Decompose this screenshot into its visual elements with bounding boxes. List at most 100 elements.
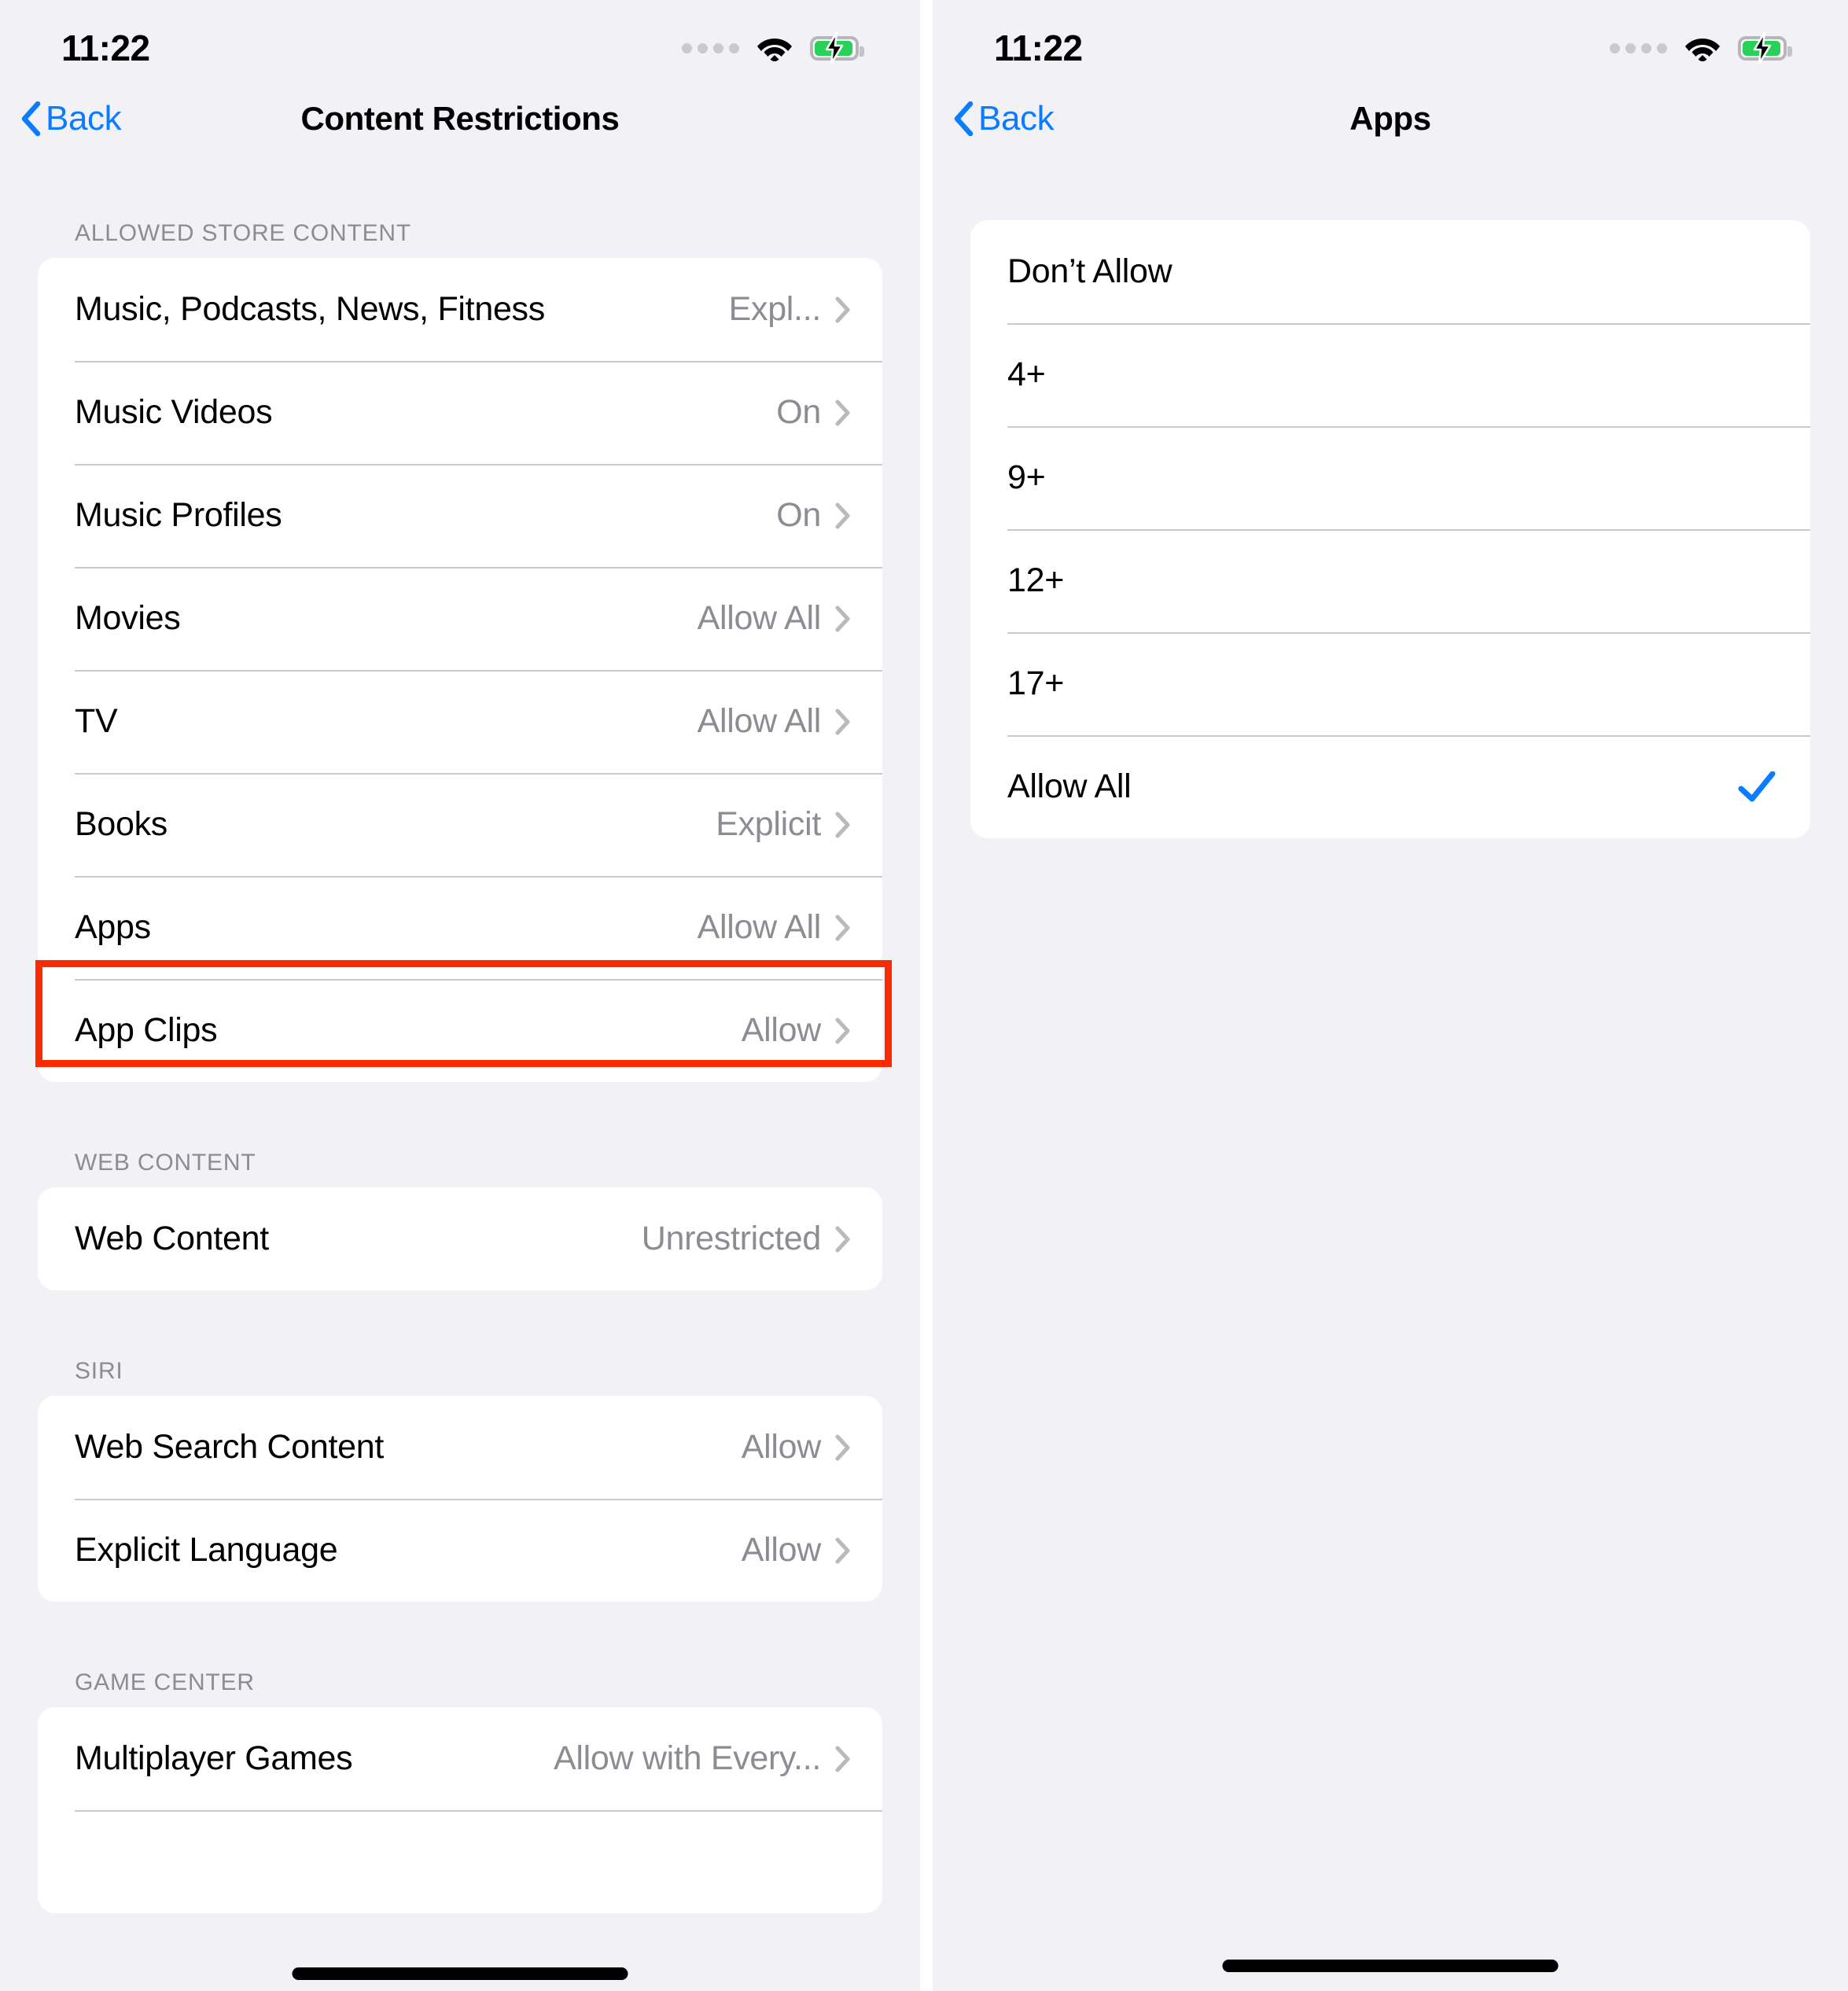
chevron-right-icon [835,502,850,528]
chevron-right-icon [835,708,850,734]
option-17plus[interactable]: 17+ [970,632,1810,735]
section-header-web-content: WEB CONTENT [75,1150,256,1176]
row-label: Multiplayer Games [75,1739,353,1777]
status-bar-indicators [682,32,864,64]
row-web-content[interactable]: Web Content Unrestricted [38,1187,882,1290]
right-nav-bar: Back Apps [933,75,1848,162]
wifi-icon [1685,39,1720,61]
home-indicator [1222,1960,1559,1972]
chevron-right-icon [835,1746,850,1772]
row-label: Explicit Language [75,1531,338,1569]
chevron-right-icon [835,811,850,837]
row-value: On [776,393,821,431]
battery-charging-icon [810,32,864,64]
status-bar-clock: 11:22 [61,28,150,68]
row-explicit-language[interactable]: Explicit Language Allow [38,1499,882,1602]
back-button[interactable]: Back [20,99,122,138]
option-label: Don’t Allow [1007,252,1172,290]
row-partial-next[interactable] [38,1810,882,1913]
row-value: Allow [741,1428,822,1466]
page-title: Apps [1349,100,1431,137]
option-allow-all[interactable]: Allow All [970,735,1810,838]
chevron-right-icon [835,605,850,631]
row-app-clips[interactable]: App Clips Allow [38,979,882,1082]
cellular-dots-icon [1610,42,1667,53]
row-label: Music Videos [75,393,273,431]
row-web-search-content[interactable]: Web Search Content Allow [38,1396,882,1499]
status-bar-indicators [1610,32,1792,64]
row-value: Allow [741,1011,822,1049]
row-music-videos[interactable]: Music Videos On [38,361,882,464]
chevron-right-icon [835,1226,850,1252]
option-12plus[interactable]: 12+ [970,529,1810,632]
row-label: Music Profiles [75,496,282,534]
row-value: Unrestricted [641,1220,822,1257]
row-value: Allow All [697,908,822,946]
row-music-podcasts-news-fitness[interactable]: Music, Podcasts, News, Fitness Expl... [38,258,882,361]
row-value: Allow All [697,702,822,740]
row-value: On [776,496,821,534]
back-button-label: Back [978,99,1055,138]
chevron-left-icon [954,101,974,136]
chevron-right-icon [835,1018,850,1043]
left-content: ALLOWED STORE CONTENT Music, Podcasts, N… [0,162,920,1913]
status-bar-clock: 11:22 [994,28,1083,68]
page-title: Content Restrictions [300,100,620,137]
wifi-icon [757,39,792,61]
row-music-profiles[interactable]: Music Profiles On [38,464,882,567]
left-phone-screen: 11:22 Back Content Restrictions ALLOWED … [0,0,920,1991]
status-bar: 11:22 [933,0,1848,75]
chevron-left-icon [21,101,41,136]
section-header-game-center: GAME CENTER [75,1669,255,1695]
card-siri: Web Search Content Allow Explicit Langua… [38,1396,882,1602]
row-label: Movies [75,599,181,637]
row-value: Explicit [716,805,821,843]
section-header-allowed-store-content: ALLOWED STORE CONTENT [75,220,411,246]
row-label: Music, Podcasts, News, Fitness [75,290,545,328]
row-books[interactable]: Books Explicit [38,773,882,876]
card-game-center: Multiplayer Games Allow with Every... [38,1707,882,1913]
battery-charging-icon [1738,32,1792,64]
option-label: 9+ [1007,458,1046,496]
row-label: Web Content [75,1220,269,1257]
row-label: Books [75,805,168,843]
row-value: Allow All [697,599,822,637]
screenshot-divider [920,0,933,1991]
chevron-right-icon [835,1434,850,1460]
row-value: Allow [741,1531,822,1569]
section-header-siri: SIRI [75,1358,123,1384]
left-nav-bar: Back Content Restrictions [0,75,920,162]
cellular-dots-icon [682,42,739,53]
status-bar: 11:22 [0,0,920,75]
card-web-content: Web Content Unrestricted [38,1187,882,1290]
option-label: Allow All [1007,767,1132,805]
row-value: Allow with Every... [554,1739,821,1777]
row-movies[interactable]: Movies Allow All [38,567,882,670]
row-label: Apps [75,908,151,946]
option-4plus[interactable]: 4+ [970,323,1810,426]
row-label: TV [75,702,118,740]
chevron-right-icon [835,399,850,425]
row-label: Web Search Content [75,1428,384,1466]
option-label: 12+ [1007,561,1065,599]
back-button[interactable]: Back [953,99,1055,138]
checkmark-icon [1738,771,1776,801]
chevron-right-icon [835,296,850,322]
card-app-rating-options: Don’t Allow 4+ 9+ 12+ 17+ Allow All [970,220,1810,838]
right-content: Don’t Allow 4+ 9+ 12+ 17+ Allow All [933,162,1848,838]
chevron-right-icon [835,915,850,940]
back-button-label: Back [46,99,122,138]
row-tv[interactable]: TV Allow All [38,670,882,773]
chevron-right-icon [835,1537,850,1563]
option-9plus[interactable]: 9+ [970,426,1810,529]
right-phone-screen: 11:22 Back Apps Don’t Allow 4+ 9+ 12+ 17… [933,0,1848,1991]
dual-screenshot-comparison: 11:22 Back Content Restrictions ALLOWED … [0,0,1848,1991]
row-value: Expl... [728,290,822,328]
home-indicator [292,1967,628,1980]
row-apps[interactable]: Apps Allow All [38,876,882,979]
option-label: 17+ [1007,664,1065,702]
row-multiplayer-games[interactable]: Multiplayer Games Allow with Every... [38,1707,882,1810]
row-label: App Clips [75,1011,218,1049]
option-label: 4+ [1007,355,1046,393]
option-dont-allow[interactable]: Don’t Allow [970,220,1810,323]
